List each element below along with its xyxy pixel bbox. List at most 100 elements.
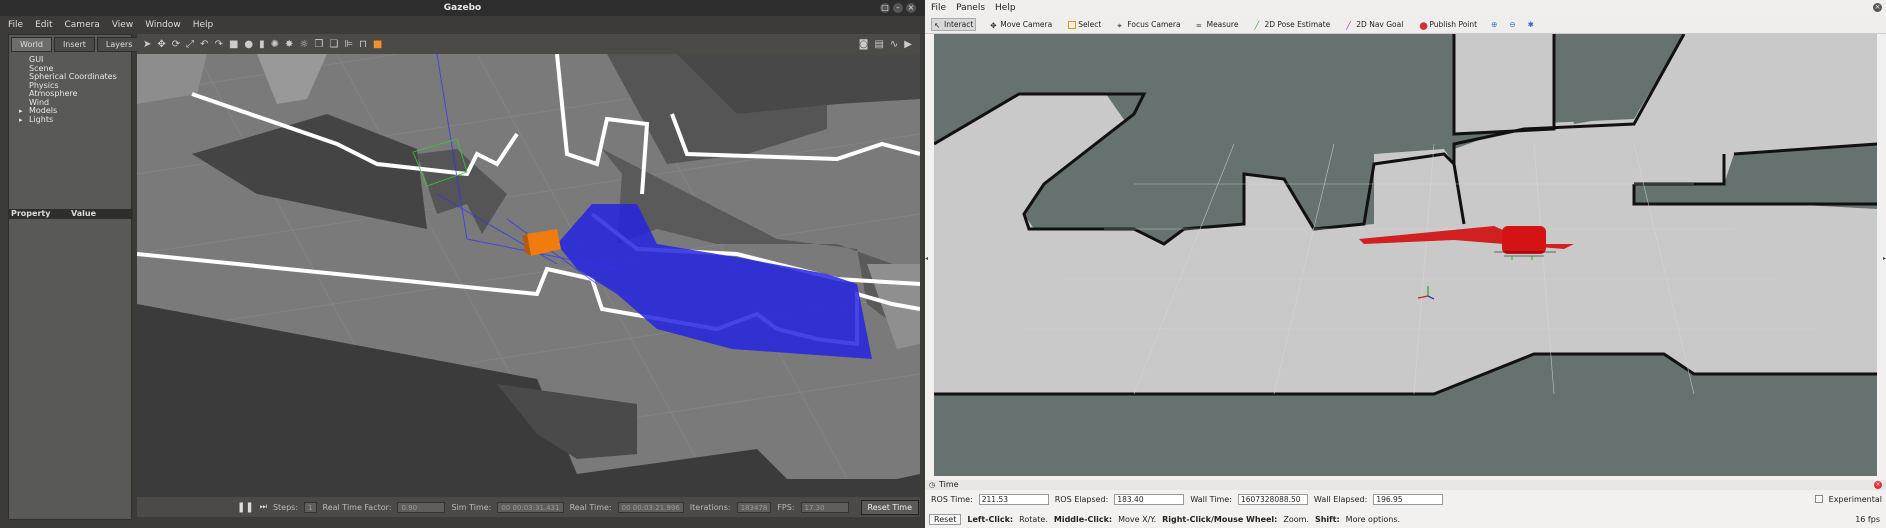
menu-bar: File Edit Camera View Window Help bbox=[0, 16, 925, 34]
time-panel-close-icon[interactable]: × bbox=[1874, 481, 1882, 489]
tool-2d-pose-estimate[interactable]: ╱ 2D Pose Estimate bbox=[1252, 19, 1332, 30]
minimize-icon[interactable]: – bbox=[893, 3, 903, 13]
rtf-value: 0.90 bbox=[397, 501, 446, 513]
close-icon[interactable]: × bbox=[1873, 3, 1882, 12]
tool-select[interactable]: Select bbox=[1066, 19, 1103, 30]
tool-interact[interactable]: ↖ Interact bbox=[931, 18, 977, 31]
time-panel-header: Time bbox=[925, 480, 1886, 490]
tool-publish-point[interactable]: ⬤ Publish Point bbox=[1417, 19, 1479, 30]
iterations-label: Iterations: bbox=[689, 502, 731, 512]
tab-insert[interactable]: Insert bbox=[53, 37, 95, 52]
align-icon[interactable]: ⊫ bbox=[344, 39, 353, 50]
tool-measure[interactable]: ═ Measure bbox=[1195, 19, 1241, 30]
video-icon[interactable]: ▶ bbox=[904, 39, 912, 50]
left-collapse-icon[interactable]: ◂ bbox=[925, 255, 928, 262]
paste-icon[interactable]: ❏ bbox=[329, 39, 338, 50]
gazebo-scene bbox=[137, 54, 920, 497]
undo-icon[interactable]: ↶ bbox=[200, 39, 208, 50]
menu-help[interactable]: Help bbox=[193, 20, 214, 30]
ros-time-label: ROS Time: bbox=[931, 494, 973, 504]
green-arrow-icon: ╱ bbox=[1254, 20, 1259, 30]
menu-panels[interactable]: Panels bbox=[956, 3, 985, 13]
steps-input[interactable]: 1 bbox=[304, 501, 317, 513]
hint-left-click-text: Rotate. bbox=[1019, 514, 1048, 524]
menu-camera[interactable]: Camera bbox=[65, 20, 100, 30]
property-header: Property Value bbox=[9, 209, 133, 219]
menu-help[interactable]: Help bbox=[995, 3, 1016, 13]
rviz-map-scene bbox=[934, 34, 1877, 476]
select-icon bbox=[1068, 20, 1077, 29]
tool-move-camera[interactable]: ✥ Move Camera bbox=[988, 19, 1054, 30]
reset-button[interactable]: Reset bbox=[929, 513, 962, 525]
redo-icon[interactable]: ↷ bbox=[215, 39, 223, 50]
point-light-icon[interactable]: ✺ bbox=[271, 39, 279, 50]
plot-icon[interactable]: ∿ bbox=[890, 39, 898, 50]
world-tree: GUI Scene Spherical Coordinates Physics … bbox=[9, 54, 131, 126]
property-column: Property bbox=[11, 209, 51, 218]
fps-value: 17.30 bbox=[800, 501, 849, 513]
tree-item-lights[interactable]: Lights bbox=[19, 115, 121, 125]
wall-elapsed-label: Wall Elapsed: bbox=[1313, 494, 1368, 504]
panel-tabs: World Insert Layers bbox=[9, 35, 142, 54]
gazebo-3d-viewport[interactable] bbox=[137, 54, 920, 497]
hint-right-click-text: Zoom. bbox=[1283, 514, 1309, 524]
menu-file[interactable]: File bbox=[931, 3, 946, 13]
add-tool-icon[interactable]: ⊕ bbox=[1491, 20, 1497, 29]
box-icon[interactable]: ■ bbox=[229, 39, 238, 50]
time-panel-title: Time bbox=[939, 480, 959, 489]
spot-light-icon[interactable]: ✸ bbox=[285, 39, 293, 50]
wall-elapsed-field: 196.95 bbox=[1373, 493, 1444, 505]
step-icon[interactable]: ⏭ bbox=[260, 502, 267, 512]
sim-time-value: 00 00:03:31.431 bbox=[497, 501, 564, 513]
hint-left-click: Left-Click: bbox=[967, 514, 1014, 524]
ruler-icon: ═ bbox=[1196, 20, 1202, 30]
rotate-icon[interactable]: ⟳ bbox=[172, 39, 180, 50]
rviz-toolbar: ↖ Interact ✥ Move Camera Select ⌖ Focus Cam… bbox=[925, 16, 1886, 34]
tool-2d-nav-goal[interactable]: ╱ 2D Nav Goal bbox=[1344, 19, 1405, 30]
hint-shift-text: More options. bbox=[1345, 514, 1401, 524]
rtf-label: Real Time Factor: bbox=[322, 502, 392, 512]
sphere-icon[interactable]: ● bbox=[244, 39, 253, 50]
left-panel: World Insert Layers GUI Scene Spherical … bbox=[8, 34, 142, 520]
copy-icon[interactable]: ❐ bbox=[314, 39, 323, 50]
ros-elapsed-label: ROS Elapsed: bbox=[1054, 494, 1109, 504]
maximize-icon[interactable]: □ bbox=[880, 3, 890, 13]
select-mode-icon[interactable]: ➤ bbox=[143, 39, 151, 50]
fps-readout: 16 fps bbox=[1855, 514, 1880, 524]
hint-shift: Shift: bbox=[1314, 514, 1340, 524]
wall-time-field: 1607328088.50 bbox=[1237, 493, 1308, 505]
snap-icon[interactable]: ⊓ bbox=[359, 39, 367, 50]
tab-layers[interactable]: Layers bbox=[96, 37, 142, 52]
time-panel-icon: ◷ bbox=[929, 481, 936, 489]
hint-middle-click-text: Move X/Y. bbox=[1118, 514, 1157, 524]
reset-time-button[interactable]: Reset Time bbox=[860, 499, 919, 515]
change-view-icon[interactable]: ■ bbox=[373, 39, 382, 50]
gazebo-window: Gazebo – × □ File Edit Camera View Windo… bbox=[0, 0, 925, 528]
screenshot-icon[interactable]: ◙ bbox=[859, 39, 869, 50]
cylinder-icon[interactable]: ▮ bbox=[259, 39, 265, 50]
real-time-label: Real Time: bbox=[569, 502, 612, 512]
menu-edit[interactable]: Edit bbox=[35, 20, 52, 30]
close-icon[interactable]: × bbox=[906, 3, 916, 13]
tab-world[interactable]: World bbox=[11, 37, 52, 52]
tool-dropdown-icon[interactable]: ✱ bbox=[1528, 20, 1534, 29]
real-time-value: 00 00:03:21.996 bbox=[617, 501, 684, 513]
sim-time-label: Sim Time: bbox=[451, 502, 492, 512]
pause-icon[interactable]: ❚❚ bbox=[237, 502, 254, 513]
menu-file[interactable]: File bbox=[8, 20, 23, 30]
menu-view[interactable]: View bbox=[112, 20, 133, 30]
experimental-checkbox[interactable] bbox=[1814, 495, 1823, 503]
menu-window[interactable]: Window bbox=[145, 20, 181, 30]
purple-arrow-icon: ╱ bbox=[1346, 20, 1351, 30]
log-icon[interactable]: ▤ bbox=[874, 39, 883, 50]
rviz-3d-viewport[interactable] bbox=[934, 34, 1877, 476]
iterations-value: 183478 bbox=[736, 501, 772, 513]
scale-icon[interactable]: ⤢ bbox=[186, 39, 194, 50]
directional-light-icon[interactable]: ☼ bbox=[299, 39, 308, 50]
translate-icon[interactable]: ✥ bbox=[157, 39, 165, 50]
gazebo-toolbar: ➤ ✥ ⟳ ⤢ ↶ ↷ ■ ● ▮ ✺ ✸ ☼ ❐ ❏ ⊫ ⊓ ■ ◙ ▤ ∿ … bbox=[137, 34, 920, 54]
remove-tool-icon[interactable]: ⊖ bbox=[1509, 20, 1515, 29]
tool-focus-camera[interactable]: ⌖ Focus Camera bbox=[1115, 19, 1182, 30]
pointer-icon: ↖ bbox=[934, 20, 941, 30]
time-fields: ROS Time: 211.53 ROS Elapsed: 183.40 Wal… bbox=[925, 492, 1886, 506]
